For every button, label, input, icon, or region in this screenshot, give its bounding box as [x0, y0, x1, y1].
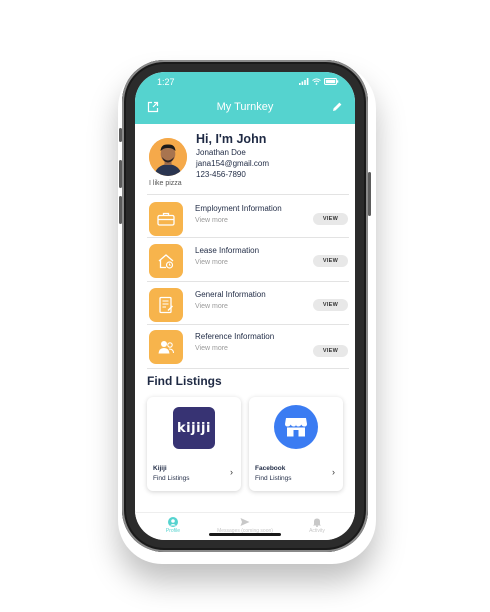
tab-label: Activity [309, 528, 325, 534]
battery-icon [324, 78, 339, 85]
row-view-more[interactable]: View more [195, 259, 228, 266]
row-view-more[interactable]: View more [195, 345, 228, 352]
listing-card-facebook[interactable]: Facebook Find Listings › [249, 397, 343, 491]
info-row-employment[interactable]: Employment Information View more VIEW [135, 196, 355, 240]
storefront-icon [285, 418, 307, 437]
profile-email: jana154@gmail.com [196, 159, 270, 168]
volume-up-button [119, 160, 122, 188]
house-icon [149, 244, 183, 278]
signal-icon [299, 78, 309, 85]
page-title: My Turnkey [216, 101, 274, 113]
volume-down-button [119, 196, 122, 224]
kijiji-logo: kijiji [173, 407, 215, 449]
tab-activity[interactable]: Activity [287, 517, 347, 534]
avatar-image [149, 138, 187, 176]
avatar [149, 138, 187, 176]
view-button[interactable]: VIEW [313, 299, 348, 311]
tab-profile[interactable]: Profile [143, 517, 203, 534]
mute-switch [119, 128, 122, 142]
app-screen: 1:27 My Turnkey I like pizza Hi, I'm Joh… [135, 72, 355, 540]
profile-name: Jonathan Doe [196, 148, 246, 157]
card-subtitle: Find Listings [153, 475, 190, 482]
divider [147, 368, 349, 369]
row-title: General Information [195, 290, 266, 299]
card-name: Kijiji [153, 465, 167, 472]
status-icons [299, 78, 339, 85]
power-button [368, 172, 371, 216]
profile-section: I like pizza Hi, I'm John Jonathan Doe j… [135, 124, 355, 196]
view-button[interactable]: VIEW [313, 345, 348, 357]
document-icon [149, 288, 183, 322]
listing-card-kijiji[interactable]: kijiji Kijiji Find Listings › [147, 397, 241, 491]
row-title: Lease Information [195, 246, 260, 255]
info-row-lease[interactable]: Lease Information View more VIEW [135, 238, 355, 282]
card-name: Facebook [255, 465, 286, 472]
tab-messages[interactable]: Messages (coming soon) [215, 517, 275, 534]
profile-phone: 123-456-7890 [196, 170, 246, 179]
status-time: 1:27 [157, 77, 175, 87]
send-icon [240, 518, 250, 526]
home-indicator[interactable] [209, 533, 281, 536]
bell-icon [313, 518, 321, 527]
edit-icon[interactable] [331, 101, 343, 113]
info-row-general[interactable]: General Information View more VIEW [135, 282, 355, 326]
row-title: Reference Information [195, 332, 275, 341]
chevron-right-icon: › [332, 467, 335, 477]
card-subtitle: Find Listings [255, 475, 292, 482]
row-title: Employment Information [195, 204, 282, 213]
people-icon [149, 330, 183, 364]
chevron-right-icon: › [230, 467, 233, 477]
kijiji-logo-text: kijiji [177, 420, 211, 436]
section-title: Find Listings [147, 374, 222, 388]
briefcase-icon [149, 202, 183, 236]
divider [147, 194, 349, 195]
profile-icon [168, 517, 178, 527]
wifi-icon [312, 78, 321, 85]
profile-bio: I like pizza [149, 180, 182, 187]
row-view-more[interactable]: View more [195, 217, 228, 224]
info-row-reference[interactable]: Reference Information View more VIEW [135, 324, 355, 368]
app-header: 1:27 My Turnkey [135, 72, 355, 124]
row-view-more[interactable]: View more [195, 303, 228, 310]
facebook-marketplace-logo [274, 405, 318, 449]
tab-label: Profile [165, 528, 181, 534]
profile-greeting: Hi, I'm John [196, 132, 267, 146]
view-button[interactable]: VIEW [313, 255, 348, 267]
view-button[interactable]: VIEW [313, 213, 348, 225]
